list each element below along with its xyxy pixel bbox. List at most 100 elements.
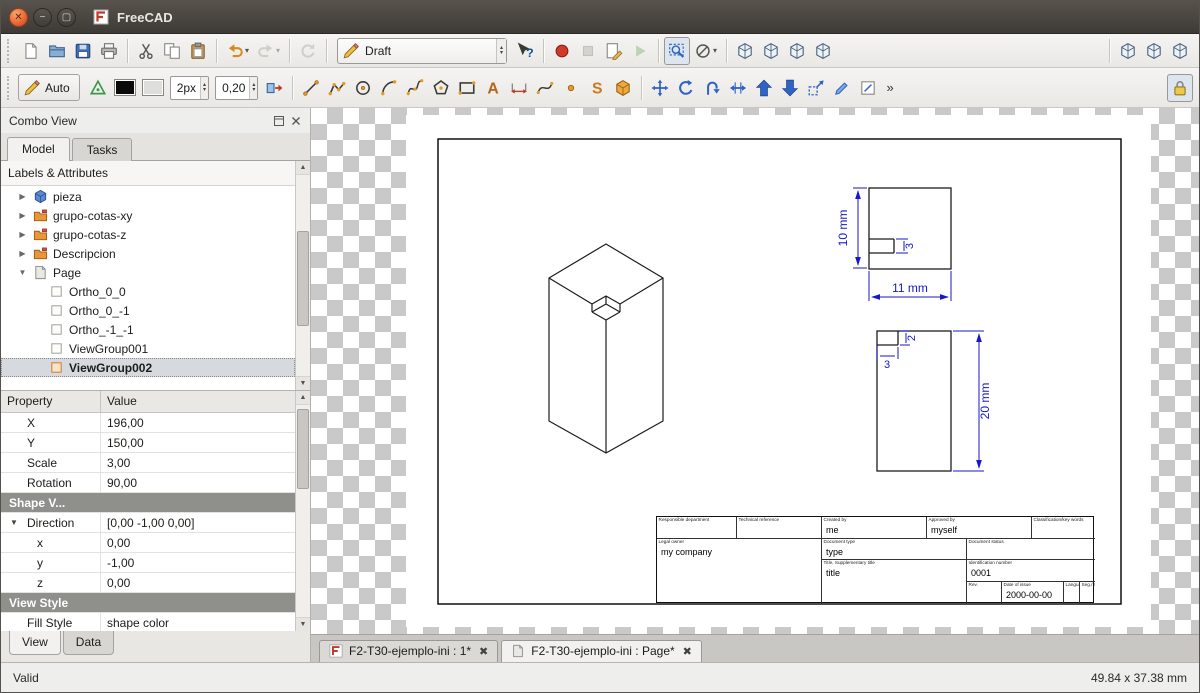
tree-item-Ortho_0_-1[interactable]: Ortho_0_-1 [1,301,295,320]
line-width-spinner-value[interactable]: 2px [171,81,200,95]
scroll-down-icon[interactable]: ▼ [296,376,310,390]
draft-facebinder-button[interactable] [610,74,636,102]
draw-style-dropdown-icon[interactable]: ▾ [713,46,717,55]
draft-point-button[interactable] [558,74,584,102]
scrollbar-thumb[interactable] [297,231,309,326]
draft-shapestring-button[interactable]: S [584,74,610,102]
apply-style-button[interactable] [261,74,287,102]
draft-upgrade-button[interactable] [751,74,777,102]
draw-style-button[interactable]: ▾ [690,37,721,65]
expander-icon[interactable]: ▶ [17,192,28,201]
redo-dropdown-icon[interactable]: ▾ [276,46,280,55]
title-bar[interactable]: ✕ − ▢ FreeCAD [1,1,1199,34]
document-tab-1[interactable]: F2-T30-ejemplo-ini : 1*✖ [319,640,498,662]
draft-downgrade-button[interactable] [777,74,803,102]
save-document-button[interactable] [70,37,96,65]
expander-icon[interactable]: ▶ [17,211,28,220]
close-button[interactable]: ✕ [9,8,28,27]
tree-item-grupo-cotas-z[interactable]: ▶grupo-cotas-z [1,225,295,244]
workbench-selector-arrows-icon[interactable]: ▴▾ [496,39,506,63]
tree-item-grupo-cotas-xy[interactable]: ▶grupo-cotas-xy [1,206,295,225]
paste-button[interactable] [185,37,211,65]
tab-model[interactable]: Model [7,137,70,161]
tab-tasks[interactable]: Tasks [72,138,133,161]
new-document-button[interactable] [18,37,44,65]
undo-button[interactable]: ▾ [222,37,253,65]
toggle-continue-mode-button[interactable] [1167,74,1193,102]
tree-scrollbar[interactable]: ▲ ▼ [295,161,310,390]
document-tab-2[interactable]: F2-T30-ejemplo-ini : Page*✖ [501,640,702,662]
draft-trimex-button[interactable] [725,74,751,102]
property-value[interactable]: 90,00 [101,473,295,492]
property-value[interactable]: [0,00 -1,00 0,00] [101,513,295,532]
face-color-swatch[interactable] [142,79,164,96]
font-size-spinner-value[interactable]: 0,20 [216,81,249,95]
expander-icon[interactable]: ▼ [17,268,28,277]
maximize-button[interactable]: ▢ [57,8,76,27]
workbench-selector[interactable]: Draft▴▾ [337,38,507,64]
draft-rectangle-button[interactable] [454,74,480,102]
whats-this-button[interactable]: ? [512,37,538,65]
property-value[interactable]: 196,00 [101,413,295,432]
scrollbar-thumb[interactable] [297,409,309,489]
macro-edit-button[interactable] [601,37,627,65]
property-value[interactable]: 3,00 [101,453,295,472]
property-value[interactable]: 0,00 [101,573,295,592]
view-right-button[interactable] [810,37,836,65]
tree-item-Ortho_0_0[interactable]: Ortho_0_0 [1,282,295,301]
float-panel-icon[interactable] [273,115,285,127]
line-width-spinner[interactable]: 2px▴▾ [170,76,209,100]
tree-item-Ortho_-1_-1[interactable]: Ortho_-1_-1 [1,320,295,339]
draft-offset-button[interactable] [699,74,725,102]
tree-item-pieza[interactable]: ▶pieza [1,187,295,206]
properties-scrollbar[interactable]: ▲ ▼ [295,391,310,631]
view-front-button[interactable] [758,37,784,65]
view-top-button[interactable] [784,37,810,65]
macro-record-button[interactable] [549,37,575,65]
tree-item-ViewGroup002[interactable]: ViewGroup002 [1,358,295,377]
draft-dimension-button[interactable] [506,74,532,102]
draft-rotate-button[interactable] [673,74,699,102]
font-size-spinner[interactable]: 0,20▴▾ [215,76,258,100]
cut-button[interactable] [133,37,159,65]
copy-button[interactable] [159,37,185,65]
expander-icon[interactable]: ▶ [17,249,28,258]
view-bottom-button[interactable] [1141,37,1167,65]
expander-icon[interactable]: ▼ [10,518,18,527]
expander-icon[interactable]: ▶ [17,230,28,239]
draft-polygon-button[interactable] [428,74,454,102]
draft-bezier-button[interactable] [532,74,558,102]
draft-edit-button[interactable] [829,74,855,102]
draft-circle-button[interactable] [350,74,376,102]
draft-bspline-button[interactable] [402,74,428,102]
close-document-icon[interactable]: ✖ [683,645,692,658]
draft-text-button[interactable]: A [480,74,506,102]
property-value[interactable]: shape color [101,613,295,631]
property-value[interactable]: 150,00 [101,433,295,452]
close-panel-icon[interactable] [290,115,302,127]
zoom-box-selection-button[interactable] [664,37,690,65]
toolbar-overflow[interactable]: » [881,80,898,95]
draft-shape2dview-button[interactable] [855,74,881,102]
draft-move-button[interactable] [647,74,673,102]
line-color-swatch[interactable] [114,79,136,96]
draft-autoplane-button[interactable]: Auto [18,74,80,101]
construction-mode-button[interactable] [85,74,111,102]
tree-item-Descripcion[interactable]: ▶Descripcion [1,244,295,263]
line-width-spinner-arrows-icon[interactable]: ▴▾ [200,77,208,99]
draft-line-button[interactable] [298,74,324,102]
draft-arc-button[interactable] [376,74,402,102]
view-rear-button[interactable] [1115,37,1141,65]
open-document-button[interactable] [44,37,70,65]
tab-data[interactable]: Data [63,631,114,655]
view-left-button[interactable] [1167,37,1193,65]
draft-scale-button[interactable] [803,74,829,102]
font-size-spinner-arrows-icon[interactable]: ▴▾ [249,77,257,99]
undo-dropdown-icon[interactable]: ▾ [245,46,249,55]
view-axonometric-button[interactable] [732,37,758,65]
print-button[interactable] [96,37,122,65]
scroll-up-icon[interactable]: ▲ [296,391,310,405]
toolbar-handle[interactable] [7,76,13,100]
drawing-viewport[interactable]: 10 mm 3 11 mm 2 3 [311,108,1199,634]
scroll-down-icon[interactable]: ▼ [296,617,310,631]
